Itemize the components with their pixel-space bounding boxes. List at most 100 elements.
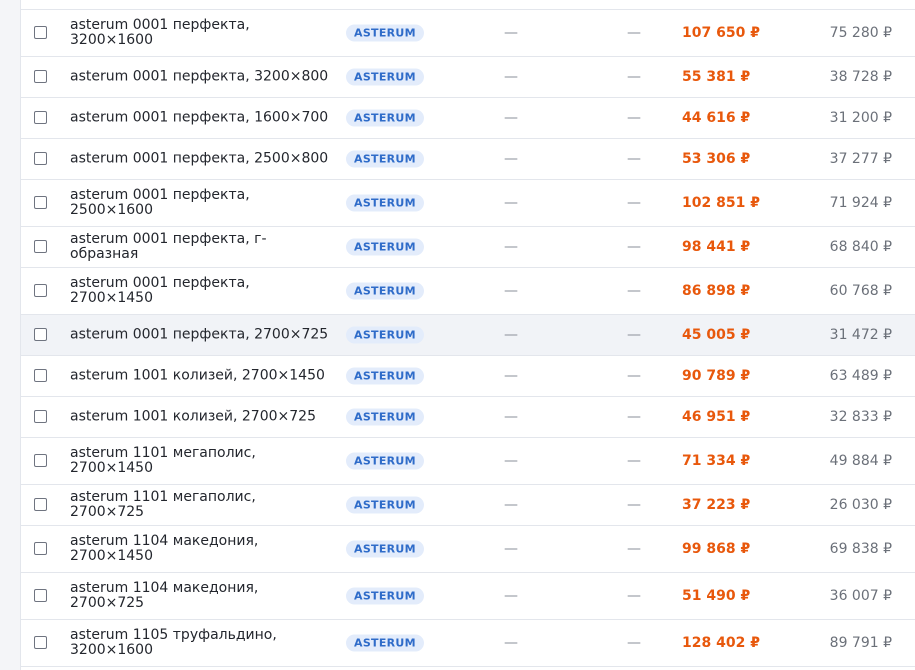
empty-value: — (504, 25, 518, 41)
cost: 36 007 ₽ (829, 588, 892, 604)
empty-value: — (504, 151, 518, 167)
product-name: asterum 1101 мегаполис, 2700×725 (70, 489, 256, 520)
price: 86 898 ₽ (682, 283, 751, 299)
cost: 68 840 ₽ (829, 239, 892, 255)
empty-value: — (627, 110, 641, 126)
row-checkbox[interactable] (34, 636, 47, 649)
product-name: asterum 0001 перфекта, 3200×800 (70, 68, 329, 85)
price: 55 381 ₽ (682, 69, 751, 85)
empty-value: — (627, 25, 641, 41)
empty-value: — (627, 283, 641, 299)
table-row[interactable]: asterum 0001 перфекта, 2500×800 ASTERUM … (21, 139, 915, 180)
products-table: asterum 0001 перфекта, 3200×1600 ASTERUM… (20, 0, 915, 670)
brand-badge: ASTERUM (346, 150, 424, 168)
empty-value: — (504, 239, 518, 255)
row-checkbox[interactable] (34, 240, 47, 253)
empty-value: — (627, 588, 641, 604)
empty-value: — (627, 541, 641, 557)
product-name: asterum 1104 македония, 2700×725 (70, 580, 259, 611)
product-name: asterum 0001 перфекта, 2700×725 (70, 326, 329, 343)
price: 98 441 ₽ (682, 239, 751, 255)
table-row[interactable]: asterum 0001 перфекта, 1600×700 ASTERUM … (21, 98, 915, 139)
table-row[interactable]: asterum 1104 македония, 2700×1450 ASTERU… (21, 526, 915, 573)
empty-value: — (504, 453, 518, 469)
empty-value: — (504, 69, 518, 85)
table-row[interactable]: asterum 1001 колизей, 2700×1450 ASTERUM … (21, 356, 915, 397)
table-row[interactable]: asterum 0001 перфекта, г-образная ASTERU… (21, 227, 915, 268)
row-checkbox[interactable] (34, 152, 47, 165)
brand-badge: ASTERUM (346, 496, 424, 514)
price: 71 334 ₽ (682, 453, 751, 469)
brand-badge: ASTERUM (346, 634, 424, 652)
empty-value: — (504, 327, 518, 343)
empty-value: — (504, 368, 518, 384)
cost: 75 280 ₽ (829, 25, 892, 41)
empty-value: — (504, 195, 518, 211)
empty-value: — (627, 497, 641, 513)
table-row[interactable]: asterum 1101 мегаполис, 2700×725 ASTERUM… (21, 485, 915, 526)
row-checkbox[interactable] (34, 328, 47, 341)
product-name: asterum 1105 труфальдино, 3200×1600 (70, 627, 277, 658)
empty-value: — (627, 635, 641, 651)
price: 90 789 ₽ (682, 368, 751, 384)
row-checkbox[interactable] (34, 111, 47, 124)
row-checkbox[interactable] (34, 589, 47, 602)
price: 107 650 ₽ (682, 25, 760, 41)
row-checkbox[interactable] (34, 454, 47, 467)
cost: 26 030 ₽ (829, 497, 892, 513)
table-row[interactable]: asterum 1105 труфальдино, 3200×1600 ASTE… (21, 620, 915, 667)
table-row[interactable]: asterum 0001 перфекта, 3200×1600 ASTERUM… (21, 10, 915, 57)
empty-value: — (627, 327, 641, 343)
table-row[interactable]: asterum 1104 македония, 2700×725 ASTERUM… (21, 573, 915, 620)
row-checkbox[interactable] (34, 498, 47, 511)
cost: 71 924 ₽ (829, 195, 892, 211)
table-row[interactable]: asterum 1101 мегаполис, 2700×1450 ASTERU… (21, 438, 915, 485)
empty-value: — (627, 151, 641, 167)
cost: 38 728 ₽ (829, 69, 892, 85)
row-checkbox[interactable] (34, 26, 47, 39)
row-checkbox[interactable] (34, 542, 47, 555)
price: 37 223 ₽ (682, 497, 751, 513)
price: 99 868 ₽ (682, 541, 751, 557)
cost: 31 200 ₽ (829, 110, 892, 126)
empty-value: — (504, 541, 518, 557)
cost: 32 833 ₽ (829, 409, 892, 425)
brand-badge: ASTERUM (346, 24, 424, 42)
table-row[interactable]: asterum 0001 перфекта, 3200×800 ASTERUM … (21, 57, 915, 98)
empty-value: — (504, 635, 518, 651)
price: 128 402 ₽ (682, 635, 760, 651)
empty-value: — (627, 453, 641, 469)
empty-value: — (627, 409, 641, 425)
cost: 63 489 ₽ (829, 368, 892, 384)
empty-value: — (504, 497, 518, 513)
table-body: asterum 0001 перфекта, 3200×1600 ASTERUM… (21, 10, 915, 667)
table-row[interactable]: asterum 0001 перфекта, 2700×1450 ASTERUM… (21, 268, 915, 315)
price: 53 306 ₽ (682, 151, 751, 167)
empty-value: — (504, 110, 518, 126)
cost: 60 768 ₽ (829, 283, 892, 299)
price: 44 616 ₽ (682, 110, 751, 126)
brand-badge: ASTERUM (346, 326, 424, 344)
empty-value: — (504, 283, 518, 299)
product-name: asterum 0001 перфекта, 2500×800 (70, 150, 329, 167)
row-checkbox[interactable] (34, 369, 47, 382)
row-checkbox[interactable] (34, 284, 47, 297)
row-checkbox[interactable] (34, 70, 47, 83)
table-row[interactable]: asterum 0001 перфекта, 2500×1600 ASTERUM… (21, 180, 915, 227)
empty-value: — (627, 195, 641, 211)
empty-value: — (627, 368, 641, 384)
row-checkbox[interactable] (34, 196, 47, 209)
cost: 69 838 ₽ (829, 541, 892, 557)
table-row[interactable]: asterum 1001 колизей, 2700×725 ASTERUM —… (21, 397, 915, 438)
product-name: asterum 0001 перфекта, 3200×1600 (70, 17, 250, 48)
table-row[interactable]: asterum 0001 перфекта, 2700×725 ASTERUM … (21, 315, 915, 356)
brand-badge: ASTERUM (346, 367, 424, 385)
cost: 89 791 ₽ (829, 635, 892, 651)
row-checkbox[interactable] (34, 410, 47, 423)
brand-badge: ASTERUM (346, 109, 424, 127)
product-name: asterum 1104 македония, 2700×1450 (70, 533, 259, 564)
price: 51 490 ₽ (682, 588, 751, 604)
brand-badge: ASTERUM (346, 194, 424, 212)
product-name: asterum 0001 перфекта, г-образная (70, 231, 267, 262)
brand-badge: ASTERUM (346, 540, 424, 558)
